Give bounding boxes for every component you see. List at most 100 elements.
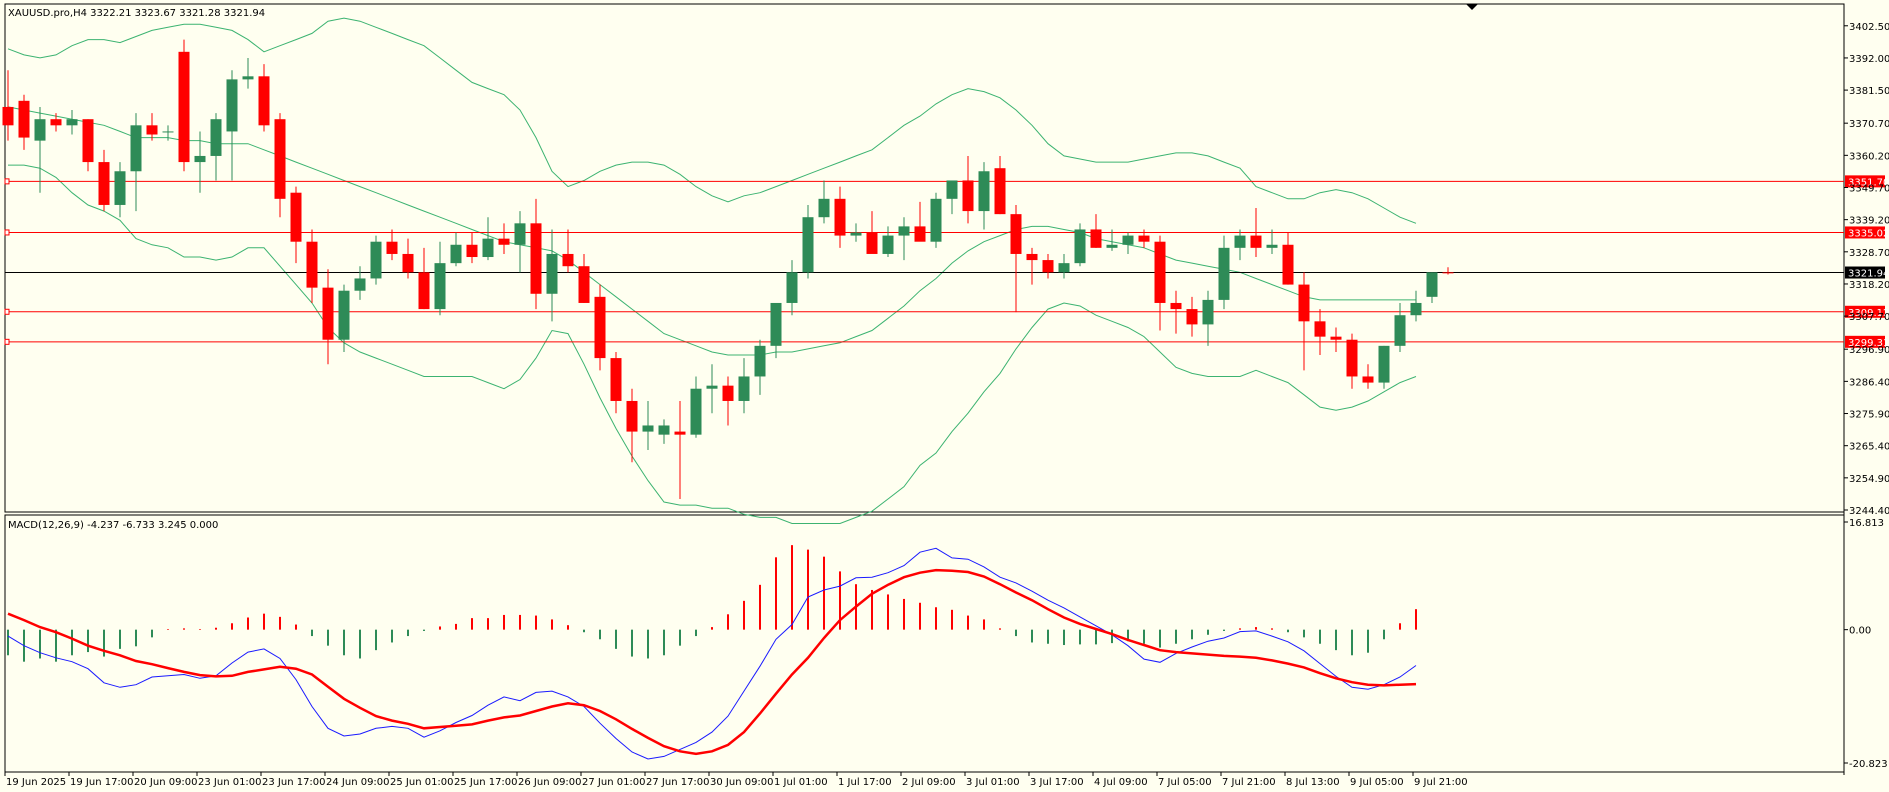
- candle-body: [722, 385, 734, 401]
- candle-body: [1442, 272, 1454, 274]
- candle-body: [834, 198, 846, 236]
- candle-body: [946, 180, 958, 199]
- candle-body: [114, 171, 126, 205]
- price-tick-label: 3349.70: [1849, 183, 1889, 194]
- time-tick-label: 23 Jun 17:00: [262, 777, 326, 788]
- candle-body: [1026, 253, 1038, 261]
- time-tick-label: 26 Jun 09:00: [518, 777, 582, 788]
- time-tick-label: 9 Jul 05:00: [1350, 777, 1404, 788]
- time-tick-label: 1 Jul 17:00: [838, 777, 892, 788]
- time-tick-label: 19 Jun 17:00: [70, 777, 134, 788]
- time-tick-label: 8 Jul 13:00: [1286, 777, 1340, 788]
- candle-body: [978, 171, 990, 212]
- candle-body: [674, 431, 686, 435]
- candle-body: [866, 232, 878, 254]
- time-tick-label: 2 Jul 09:00: [902, 777, 956, 788]
- candle-body: [754, 345, 766, 377]
- candle-body: [1122, 235, 1134, 245]
- candle-body: [1378, 345, 1390, 383]
- time-tick-label: 27 Jun 17:00: [646, 777, 710, 788]
- candle-body: [1138, 235, 1150, 242]
- candle-body: [386, 241, 398, 254]
- macd-header: MACD(12,26,9) -4.237 -6.733 3.245 0.000: [8, 520, 218, 531]
- candle-body: [1394, 315, 1406, 346]
- candle-body: [402, 253, 414, 273]
- candle-body: [1154, 241, 1166, 303]
- candle-body: [18, 100, 30, 138]
- candle-body: [818, 198, 830, 218]
- time-tick-label: 1 Jul 01:00: [774, 777, 828, 788]
- candle-body: [1282, 244, 1294, 285]
- candle-body: [530, 223, 542, 294]
- candle-body: [466, 244, 478, 258]
- candle-body: [1298, 284, 1310, 322]
- trading-chart[interactable]: 3351.703335.023309.123299.313321.94 3402…: [0, 0, 1889, 792]
- time-tick-label: 30 Jun 09:00: [710, 777, 774, 788]
- symbol-header: XAUUSD.pro,H4 3322.21 3323.67 3321.28 33…: [8, 8, 265, 19]
- time-tick-label: 25 Jun 17:00: [454, 777, 518, 788]
- level-handle-icon: [4, 178, 10, 185]
- candle-body: [370, 241, 382, 279]
- candle-body: [1186, 309, 1198, 325]
- price-tick-label: 3254.90: [1849, 474, 1889, 485]
- level-handle-icon: [4, 308, 10, 315]
- candle-body: [786, 272, 798, 303]
- candle-body: [802, 217, 814, 273]
- candle-body: [1058, 263, 1070, 273]
- candle-body: [898, 226, 910, 236]
- candle-body: [274, 119, 286, 199]
- candle-body: [194, 155, 206, 163]
- candle-body: [66, 119, 78, 126]
- candle-body: [130, 125, 142, 172]
- candle-body: [338, 290, 350, 340]
- candle-body: [226, 79, 238, 132]
- candle-body: [706, 385, 718, 389]
- candle-body: [258, 76, 270, 126]
- price-tick-label: 3296.90: [1849, 345, 1889, 356]
- candle-body: [418, 272, 430, 310]
- time-tick-label: 7 Jul 21:00: [1222, 777, 1276, 788]
- candle-body: [930, 198, 942, 242]
- price-tick-label: 3370.70: [1849, 119, 1889, 130]
- time-tick-label: 20 Jun 09:00: [134, 777, 198, 788]
- candle-body: [242, 76, 254, 80]
- candle-body: [290, 192, 302, 242]
- time-tick-label: 25 Jun 01:00: [390, 777, 454, 788]
- candle-body: [610, 358, 622, 401]
- candle-body: [450, 244, 462, 264]
- candle-body: [1266, 244, 1278, 248]
- candle-body: [1362, 376, 1374, 383]
- candle-body: [994, 168, 1006, 215]
- price-tick-label: 3360.20: [1849, 151, 1889, 162]
- time-tick-label: 24 Jun 09:00: [326, 777, 390, 788]
- price-level-label: 3335.02: [1848, 228, 1889, 239]
- candle-body: [1106, 244, 1118, 248]
- price-tick-label: 3328.70: [1849, 248, 1889, 259]
- time-tick-label: 7 Jul 05:00: [1158, 777, 1212, 788]
- candle-body: [210, 119, 222, 156]
- price-level-label: 3321.94: [1848, 269, 1889, 280]
- price-tick-label: 3275.90: [1849, 410, 1889, 421]
- price-tick-label: 3402.50: [1849, 22, 1889, 33]
- candle-body: [1410, 302, 1422, 316]
- candle-body: [306, 241, 318, 288]
- price-tick-label: 3339.20: [1849, 216, 1889, 227]
- candle-body: [1010, 214, 1022, 254]
- price-tick-label: 3307.70: [1849, 312, 1889, 323]
- chart-background: [0, 0, 1889, 792]
- candle-body: [658, 425, 670, 435]
- candle-body: [98, 162, 110, 205]
- level-handle-icon: [4, 338, 10, 345]
- price-tick-label: 3392.00: [1849, 54, 1889, 65]
- candle-body: [50, 119, 62, 126]
- candle-body: [770, 302, 782, 346]
- candle-body: [162, 131, 174, 133]
- candle-body: [434, 263, 446, 310]
- candle-body: [498, 238, 510, 245]
- candle-body: [1346, 339, 1358, 377]
- time-tick-label: 3 Jul 01:00: [966, 777, 1020, 788]
- time-tick-label: 23 Jun 01:00: [198, 777, 262, 788]
- candle-body: [354, 278, 366, 291]
- candle-body: [146, 125, 158, 135]
- candle-body: [1090, 229, 1102, 248]
